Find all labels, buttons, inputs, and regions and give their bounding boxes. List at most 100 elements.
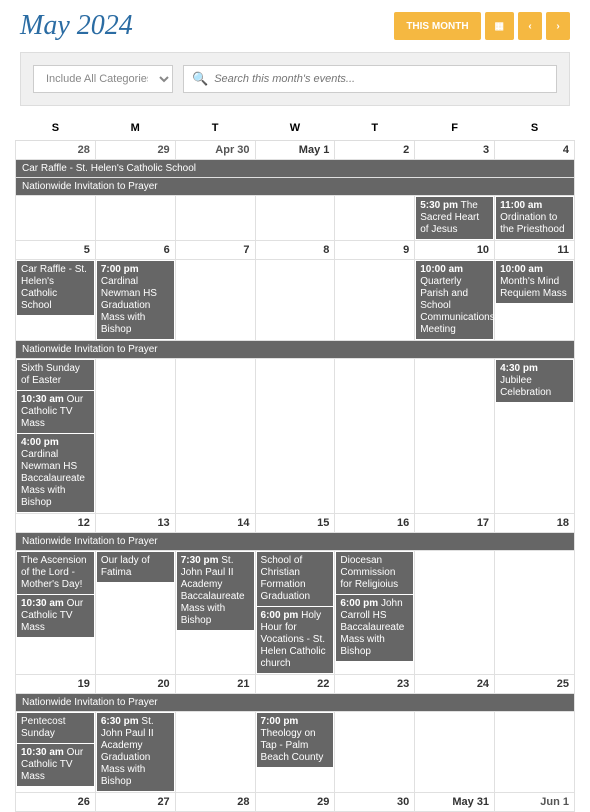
- span-event[interactable]: Car Raffle - St. Helen's Catholic School: [16, 160, 574, 177]
- event[interactable]: 6:30 pm St. John Paul II Academy Graduat…: [97, 713, 174, 791]
- day-cell[interactable]: 15: [255, 514, 335, 533]
- day-number: 20: [96, 675, 175, 693]
- calendar-button[interactable]: ▦: [485, 12, 514, 40]
- span-row: Nationwide Invitation to Prayer: [16, 694, 575, 712]
- event[interactable]: 10:00 am Month's Mind Requiem Mass: [496, 261, 573, 303]
- events-row: Car Raffle - St. Helen's Catholic School…: [16, 260, 575, 341]
- events-cell: 6:30 pm St. John Paul II Academy Graduat…: [95, 712, 175, 793]
- day-cell[interactable]: 20: [95, 675, 175, 694]
- day-cell[interactable]: 8: [255, 241, 335, 260]
- day-cell[interactable]: 2: [335, 141, 415, 160]
- event[interactable]: The Ascension of the Lord - Mother's Day…: [17, 552, 94, 594]
- events-row: Pentecost Sunday10:30 am Our Catholic TV…: [16, 712, 575, 793]
- event[interactable]: 6:00 pm Holy Hour for Vocations - St. He…: [257, 607, 334, 673]
- event[interactable]: Pentecost Sunday: [17, 713, 94, 743]
- day-cell[interactable]: 10: [415, 241, 495, 260]
- day-number: 12: [16, 514, 95, 532]
- events-cell: [95, 196, 175, 241]
- day-cell[interactable]: 13: [95, 514, 175, 533]
- day-number: 14: [176, 514, 255, 532]
- day-cell[interactable]: 5: [16, 241, 96, 260]
- event[interactable]: 5:30 pm The Sacred Heart of Jesus: [416, 197, 493, 239]
- prev-button[interactable]: ‹: [518, 12, 542, 40]
- day-cell[interactable]: 6: [95, 241, 175, 260]
- event[interactable]: 7:00 pm Theology on Tap - Palm Beach Cou…: [257, 713, 334, 767]
- span-cell: Nationwide Invitation to Prayer: [16, 533, 575, 551]
- span-event[interactable]: Nationwide Invitation to Prayer: [16, 533, 574, 550]
- day-cell[interactable]: 18: [495, 514, 575, 533]
- event-time: 10:30 am: [21, 747, 64, 758]
- day-cell[interactable]: 17: [415, 514, 495, 533]
- span-row: Car Raffle - St. Helen's Catholic School: [16, 160, 575, 178]
- span-event[interactable]: Nationwide Invitation to Prayer: [16, 178, 574, 195]
- day-cell[interactable]: 30: [335, 793, 415, 812]
- day-cell[interactable]: 28: [16, 141, 96, 160]
- day-cell[interactable]: 21: [175, 675, 255, 694]
- event-time: 4:30 pm: [500, 363, 538, 374]
- events-cell: [415, 359, 495, 514]
- day-cell[interactable]: May 1: [255, 141, 335, 160]
- event[interactable]: Diocesan Commission for Religioius: [336, 552, 413, 594]
- day-cell[interactable]: 7: [175, 241, 255, 260]
- event[interactable]: Sixth Sunday of Easter: [17, 360, 94, 390]
- span-cell: Nationwide Invitation to Prayer: [16, 694, 575, 712]
- day-number: 29: [96, 141, 175, 159]
- events-cell: [175, 359, 255, 514]
- event[interactable]: 10:30 am Our Catholic TV Mass: [17, 595, 94, 637]
- event[interactable]: 10:00 am Quarterly Parish and School Com…: [416, 261, 493, 339]
- event[interactable]: 10:30 am Our Catholic TV Mass: [17, 744, 94, 786]
- day-cell[interactable]: 24: [415, 675, 495, 694]
- events-cell: School of Christian Formation Graduation…: [255, 551, 335, 675]
- day-cell[interactable]: 27: [95, 793, 175, 812]
- events-cell: [335, 196, 415, 241]
- event[interactable]: 6:00 pm John Carroll HS Baccalaureate Ma…: [336, 595, 413, 661]
- day-number: 17: [415, 514, 494, 532]
- day-cell[interactable]: 9: [335, 241, 415, 260]
- dow-header: S: [495, 116, 575, 141]
- day-cell[interactable]: 29: [255, 793, 335, 812]
- event[interactable]: 4:30 pm Jubilee Celebration: [496, 360, 573, 402]
- category-select[interactable]: Include All Categories: [33, 65, 173, 93]
- events-cell: [335, 359, 415, 514]
- search-input[interactable]: [214, 67, 548, 91]
- event[interactable]: 10:30 am Our Catholic TV Mass: [17, 391, 94, 433]
- day-cell[interactable]: 4: [495, 141, 575, 160]
- day-cell[interactable]: 28: [175, 793, 255, 812]
- day-cell[interactable]: May 31: [415, 793, 495, 812]
- event-title: Month's Mind Requiem Mass: [500, 276, 567, 299]
- day-cell[interactable]: 11: [495, 241, 575, 260]
- event[interactable]: 7:00 pm Cardinal Newman HS Graduation Ma…: [97, 261, 174, 339]
- day-cell[interactable]: 14: [175, 514, 255, 533]
- day-cell[interactable]: 29: [95, 141, 175, 160]
- events-cell: [255, 260, 335, 341]
- day-cell[interactable]: 26: [16, 793, 96, 812]
- day-number: 5: [16, 241, 95, 259]
- day-cell[interactable]: Apr 30: [175, 141, 255, 160]
- day-number: 15: [256, 514, 335, 532]
- event[interactable]: 7:30 pm St. John Paul II Academy Baccala…: [177, 552, 254, 630]
- day-cell[interactable]: 23: [335, 675, 415, 694]
- event[interactable]: 4:00 pm Cardinal Newman HS Baccalaureate…: [17, 434, 94, 512]
- events-cell: 10:00 am Quarterly Parish and School Com…: [415, 260, 495, 341]
- dow-header: W: [255, 116, 335, 141]
- event[interactable]: Car Raffle - St. Helen's Catholic School: [17, 261, 94, 315]
- day-cell[interactable]: 16: [335, 514, 415, 533]
- span-event[interactable]: Nationwide Invitation to Prayer: [16, 341, 574, 358]
- span-event[interactable]: Nationwide Invitation to Prayer: [16, 694, 574, 711]
- day-number: 27: [96, 793, 175, 811]
- day-number: 6: [96, 241, 175, 259]
- span-row: Nationwide Invitation to Prayer: [16, 533, 575, 551]
- day-cell[interactable]: 22: [255, 675, 335, 694]
- day-cell[interactable]: 12: [16, 514, 96, 533]
- event[interactable]: Our lady of Fatima: [97, 552, 174, 582]
- events-cell: 11:00 am Ordination to the Priesthood: [495, 196, 575, 241]
- day-cell[interactable]: 3: [415, 141, 495, 160]
- day-cell[interactable]: Jun 1: [495, 793, 575, 812]
- event[interactable]: School of Christian Formation Graduation: [257, 552, 334, 606]
- day-cell[interactable]: 19: [16, 675, 96, 694]
- day-cell[interactable]: 25: [495, 675, 575, 694]
- event[interactable]: 11:00 am Ordination to the Priesthood: [496, 197, 573, 239]
- day-number: 23: [335, 675, 414, 693]
- this-month-button[interactable]: THIS MONTH: [394, 12, 480, 40]
- next-button[interactable]: ›: [546, 12, 570, 40]
